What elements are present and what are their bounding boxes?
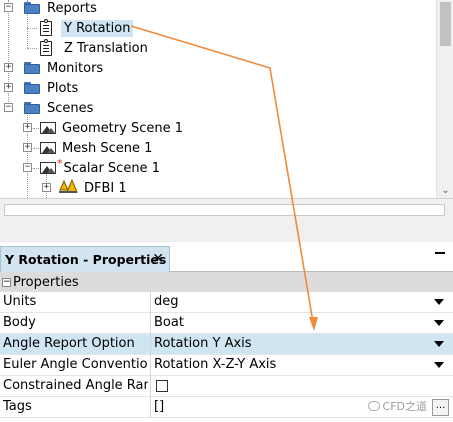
expand-geometry-scene-toggle[interactable]: + bbox=[23, 123, 32, 132]
property-row-units[interactable]: Units deg bbox=[0, 292, 453, 313]
scene-icon bbox=[40, 162, 56, 174]
property-row-constrained-angle-range[interactable]: Constrained Angle Rang bbox=[0, 376, 453, 397]
property-value[interactable]: Rotation Y Axis bbox=[154, 336, 252, 351]
tree-item-mesh-scene[interactable]: Mesh Scene 1 bbox=[40, 138, 152, 158]
dfbi-displayer-icon bbox=[58, 177, 78, 198]
collapse-scalar-scene-toggle[interactable]: − bbox=[23, 163, 32, 172]
modified-marker: * bbox=[57, 156, 63, 170]
tree-item-z-translation[interactable]: Z Translation bbox=[40, 38, 148, 58]
dropdown-arrow-icon[interactable] bbox=[434, 341, 444, 347]
close-icon[interactable]: ✕ bbox=[152, 251, 164, 267]
tree-item-geometry-scene[interactable]: Geometry Scene 1 bbox=[40, 118, 183, 138]
collapse-reports-toggle[interactable]: − bbox=[4, 3, 13, 12]
tree-item-label: Scenes bbox=[47, 100, 94, 116]
property-name: Body bbox=[3, 315, 36, 330]
dropdown-arrow-icon[interactable] bbox=[434, 320, 444, 326]
report-icon bbox=[40, 38, 52, 56]
scene-icon bbox=[40, 142, 56, 154]
collapse-scenes-toggle[interactable]: − bbox=[4, 103, 13, 112]
tree-item-reports[interactable]: Reports bbox=[24, 0, 97, 18]
scrollbar-thumb[interactable] bbox=[440, 2, 451, 46]
tab-y-rotation-properties[interactable]: Y Rotation - Properties ✕ bbox=[0, 246, 170, 272]
tree-item-label-selected: Y Rotation bbox=[61, 19, 134, 37]
tree-vertical-scrollbar[interactable]: ⌄ bbox=[436, 0, 453, 198]
tree-horizontal-scrollbar[interactable] bbox=[0, 198, 453, 242]
property-name: Angle Report Option bbox=[3, 336, 135, 351]
expand-monitors-toggle[interactable]: + bbox=[4, 63, 13, 72]
simulation-tree: − Reports Y Rotation Z Translation + Mon… bbox=[0, 0, 453, 198]
property-row-angle-report-option[interactable]: Angle Report Option Rotation Y Axis bbox=[0, 334, 453, 355]
tree-item-monitors[interactable]: Monitors bbox=[24, 58, 103, 78]
tree-item-label: Reports bbox=[47, 0, 97, 16]
property-name: Constrained Angle Rang bbox=[3, 378, 148, 393]
property-row-body[interactable]: Body Boat bbox=[0, 313, 453, 334]
property-grid: − Properties Units deg Body Boat Angle R… bbox=[0, 272, 453, 422]
tree-item-plots[interactable]: Plots bbox=[24, 78, 78, 98]
tree-item-scenes[interactable]: Scenes bbox=[24, 98, 93, 118]
category-header[interactable]: − Properties bbox=[0, 272, 453, 292]
folder-icon bbox=[24, 62, 40, 74]
constrained-angle-checkbox[interactable] bbox=[156, 380, 168, 392]
property-row-euler-angle-convention[interactable]: Euler Angle Convention Rotation X-Z-Y Ax… bbox=[0, 355, 453, 376]
folder-icon bbox=[24, 102, 40, 114]
watermark-text: CFD之道 bbox=[382, 400, 427, 413]
property-name: Tags bbox=[3, 399, 32, 414]
property-value[interactable]: Rotation X-Z-Y Axis bbox=[154, 357, 276, 372]
scrollbar-track[interactable] bbox=[4, 204, 445, 216]
tree-item-scalar-scene[interactable]: * Scalar Scene 1 bbox=[40, 156, 160, 178]
property-name: Euler Angle Convention bbox=[3, 357, 148, 372]
wechat-icon bbox=[367, 401, 380, 411]
dropdown-arrow-icon[interactable] bbox=[434, 299, 444, 305]
collapse-category-icon[interactable]: − bbox=[2, 277, 11, 287]
edit-tags-button[interactable]: ... bbox=[432, 399, 449, 416]
tree-item-label: DFBI 1 bbox=[84, 180, 127, 196]
report-icon bbox=[40, 18, 52, 36]
tree-item-label: Plots bbox=[47, 80, 79, 96]
category-label: Properties bbox=[13, 274, 79, 290]
expand-dfbi-toggle[interactable]: + bbox=[42, 183, 51, 192]
tree-item-label: Scalar Scene 1 bbox=[63, 160, 160, 176]
expand-mesh-scene-toggle[interactable]: + bbox=[23, 143, 32, 152]
tree-item-label: Monitors bbox=[47, 60, 104, 76]
properties-tab-bar: Y Rotation - Properties ✕ bbox=[0, 242, 453, 272]
property-value[interactable]: [] bbox=[154, 399, 164, 414]
tab-title: Y Rotation - Properties bbox=[5, 252, 167, 267]
property-name: Units bbox=[3, 294, 37, 309]
tree-item-label: Mesh Scene 1 bbox=[62, 140, 153, 156]
tree-item-y-rotation[interactable]: Y Rotation bbox=[40, 18, 134, 38]
minimize-icon[interactable] bbox=[435, 252, 445, 254]
scroll-down-arrow-icon[interactable]: ⌄ bbox=[437, 185, 453, 196]
folder-icon bbox=[24, 82, 40, 94]
watermark: CFD之道 bbox=[367, 398, 427, 414]
property-value[interactable]: Boat bbox=[154, 315, 184, 330]
expand-plots-toggle[interactable]: + bbox=[4, 83, 13, 92]
tree-item-label: Z Translation bbox=[64, 40, 148, 56]
property-value[interactable]: deg bbox=[154, 294, 179, 309]
tree-item-dfbi[interactable]: DFBI 1 bbox=[58, 178, 127, 198]
folder-icon bbox=[24, 2, 40, 14]
scene-icon bbox=[40, 122, 56, 134]
tree-item-label: Geometry Scene 1 bbox=[62, 120, 183, 136]
dropdown-arrow-icon[interactable] bbox=[434, 362, 444, 368]
